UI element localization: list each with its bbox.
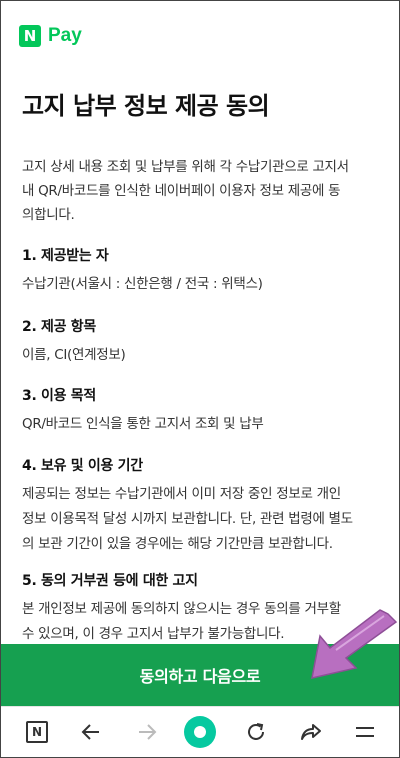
refresh-button[interactable] — [234, 707, 278, 757]
browser-toolbar: N — [1, 706, 399, 757]
section-body-line: 의 보관 기간이 있을 경우에는 해당 기간만큼 보관합니다. — [22, 536, 333, 552]
pointing-arrow-icon — [311, 609, 398, 679]
section-items: 2. 제공 항목 이름, CI(연계정보) — [22, 316, 382, 368]
share-button[interactable] — [289, 707, 333, 757]
intro-text: 고지 상세 내용 조회 및 납부를 위해 각 수납기관으로 고지서 내 QR/바… — [22, 155, 382, 227]
back-arrow-icon — [81, 724, 99, 740]
section-body: 수납기관(서울시 : 신한은행 / 전국 : 위택스) — [22, 276, 263, 292]
share-icon — [301, 724, 321, 740]
page-title: 고지 납부 정보 제공 동의 — [22, 92, 270, 120]
green-dot-icon — [184, 716, 216, 748]
section-heading: 4. 보유 및 이용 기간 — [22, 458, 143, 474]
section-body: 이름, CI(연계정보) — [22, 347, 126, 363]
header: N Pay — [19, 24, 82, 48]
back-button[interactable] — [69, 707, 113, 757]
green-dot-button[interactable] — [178, 707, 222, 757]
naver-home-icon: N — [26, 721, 48, 743]
section-heading: 5. 동의 거부권 등에 대한 고지 — [22, 573, 198, 589]
refresh-icon — [248, 723, 264, 740]
forward-arrow-icon — [139, 724, 157, 740]
section-body: QR/바코드 인식을 통한 고지서 조회 및 납부 — [22, 416, 264, 432]
section-body: 제공되는 정보는 수납기관에서 이미 저장 중인 정보로 개인 정보 이용목적 … — [22, 482, 382, 557]
section-purpose: 3. 이용 목적 QR/바코드 인식을 통한 고지서 조회 및 납부 — [22, 385, 382, 437]
intro-line: 의합니다. — [22, 207, 75, 223]
section-heading: 2. 제공 항목 — [22, 319, 96, 335]
section-body-line: 정보 이용목적 달성 시까지 보관합니다. 단, 관련 법령에 별도 — [22, 511, 353, 527]
section-recipient: 1. 제공받는 자 수납기관(서울시 : 신한은행 / 전국 : 위택스) — [22, 245, 382, 297]
menu-button[interactable] — [343, 707, 387, 757]
section-heading: 3. 이용 목적 — [22, 388, 96, 404]
intro-line: 고지 상세 내용 조회 및 납부를 위해 각 수납기관으로 고지서 — [22, 159, 349, 175]
naver-pay-logo-icon: N — [19, 25, 41, 47]
brand-name: Pay — [48, 25, 82, 46]
section-heading: 1. 제공받는 자 — [22, 248, 109, 264]
home-button[interactable]: N — [15, 707, 59, 757]
forward-button[interactable] — [125, 707, 169, 757]
menu-icon — [356, 727, 374, 737]
intro-line: 내 QR/바코드를 인식한 네이버페이 이용자 정보 제공에 동 — [22, 183, 341, 199]
section-retention: 4. 보유 및 이용 기간 제공되는 정보는 수납기관에서 이미 저장 중인 정… — [22, 455, 382, 557]
section-body-line: 제공되는 정보는 수납기관에서 이미 저장 중인 정보로 개인 — [22, 486, 341, 502]
